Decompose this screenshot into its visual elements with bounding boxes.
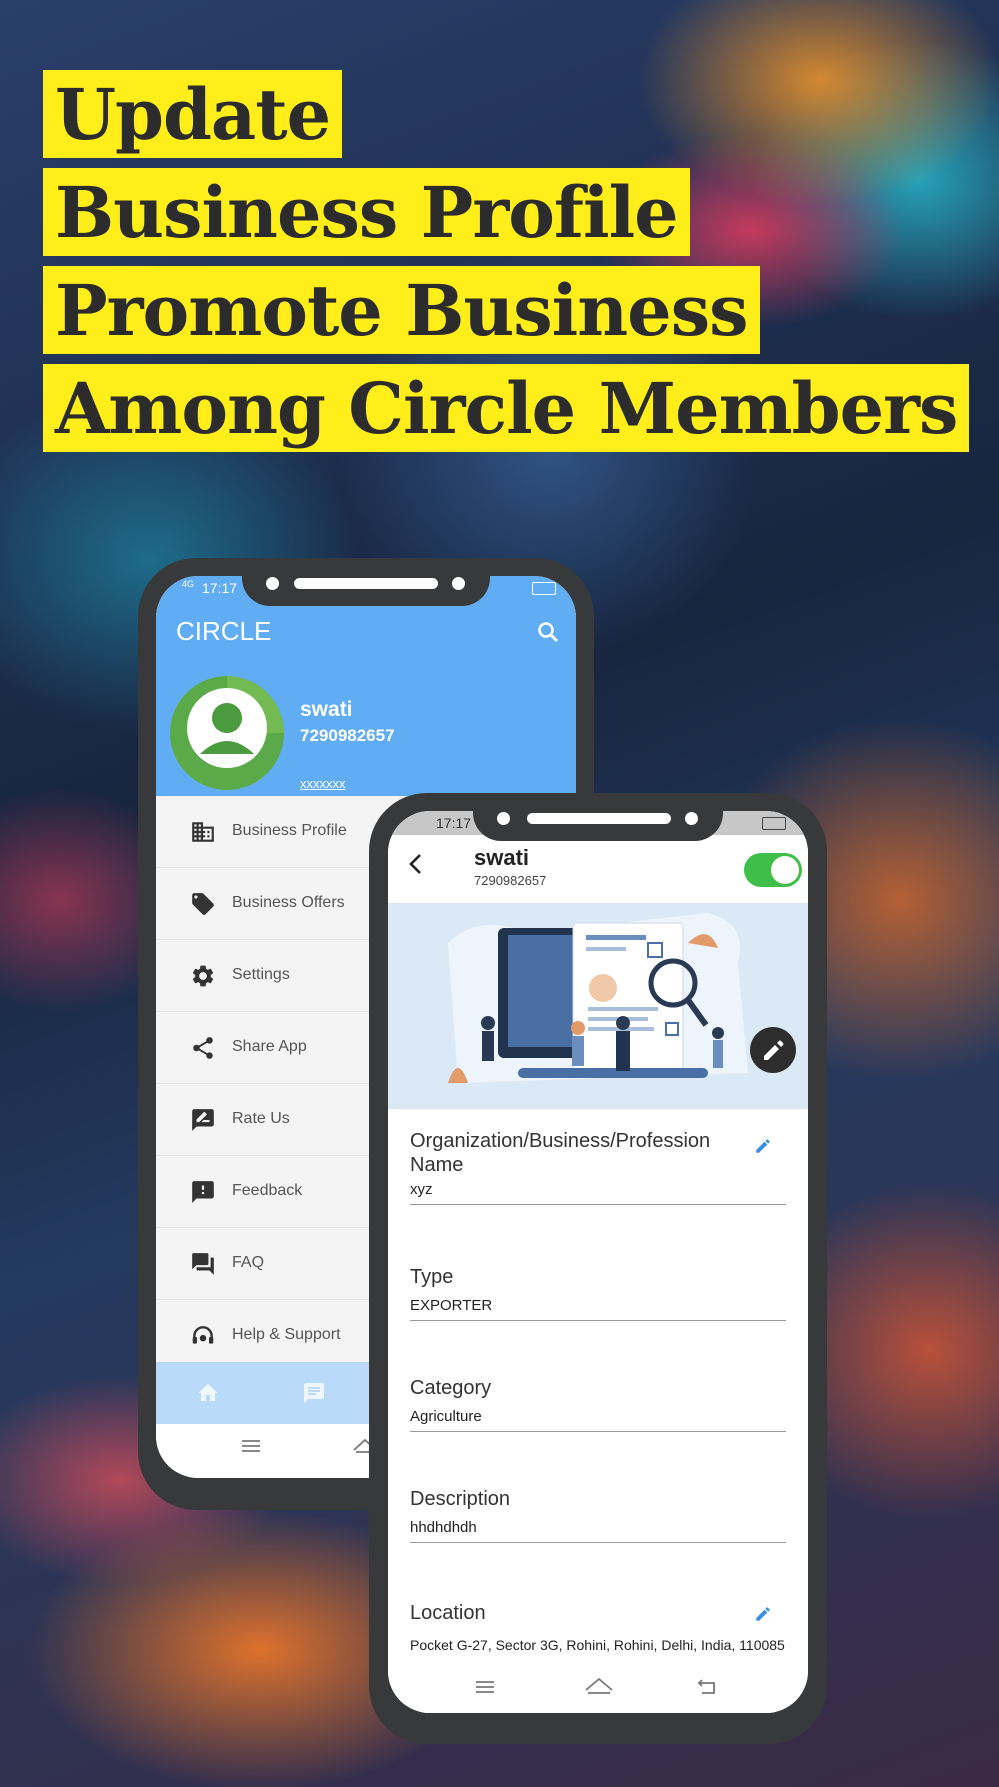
field-label: Category: [410, 1377, 492, 1399]
field-value: xyz: [410, 1181, 433, 1198]
camera-dot: [266, 577, 279, 590]
battery-icon: [762, 817, 786, 830]
chat-icon[interactable]: [302, 1381, 326, 1410]
app-title: CIRCLE: [176, 616, 272, 646]
sensor-dot: [685, 812, 698, 825]
menu-label: Business Offers: [232, 894, 345, 911]
phone-profile: 17:17 swati 7290982657 Organization/Busi…: [369, 793, 827, 1744]
avatar[interactable]: [170, 676, 284, 790]
home-outline-icon[interactable]: [584, 1675, 614, 1700]
field-value: hhdhdhdh: [410, 1519, 477, 1536]
menu-label: Share App: [232, 1038, 307, 1055]
user-name: swati: [300, 698, 353, 721]
status-time: 17:17: [202, 580, 238, 596]
back-arrow-icon[interactable]: [404, 851, 428, 882]
user-phone: 7290982657: [300, 726, 395, 745]
phone-profile-screen: 17:17 swati 7290982657 Organization/Busi…: [388, 811, 808, 1713]
profile-name: swati: [474, 845, 530, 870]
gear-icon: [190, 963, 216, 989]
edit-banner-button[interactable]: [750, 1027, 796, 1073]
field-label: Description: [410, 1488, 511, 1510]
phone-notch: [473, 803, 723, 841]
back-outline-icon[interactable]: [696, 1677, 720, 1700]
headline-line-1: Update: [43, 70, 343, 158]
pencil-icon[interactable]: [754, 1137, 772, 1160]
field-type[interactable]: Type EXPORTER: [410, 1265, 786, 1321]
field-label: Location: [410, 1602, 486, 1624]
business-illustration: [388, 903, 808, 1109]
rate-icon: [190, 1107, 216, 1133]
menu-label: Help & Support: [232, 1326, 341, 1343]
support-icon: [190, 1323, 216, 1349]
speaker-grille: [527, 813, 671, 824]
toggle-knob: [771, 856, 799, 884]
search-icon[interactable]: [536, 620, 560, 644]
pencil-icon[interactable]: [754, 1605, 772, 1628]
field-description[interactable]: Description hhdhdhdh: [410, 1487, 786, 1543]
system-nav-bar: [388, 1665, 808, 1713]
share-icon: [190, 1035, 216, 1061]
field-value: Agriculture: [410, 1408, 482, 1425]
speaker-grille: [294, 578, 438, 589]
battery-icon: [532, 582, 556, 595]
field-category[interactable]: Category Agriculture: [410, 1376, 786, 1432]
field-label: Type: [410, 1266, 454, 1288]
menu-label: Feedback: [232, 1182, 303, 1199]
status-time: 17:17: [436, 815, 472, 831]
field-location[interactable]: Location Pocket G-27, Sector 3G, Rohini,…: [410, 1601, 786, 1660]
menu-label: Settings: [232, 966, 290, 983]
headline-line-2: Business Profile: [43, 168, 690, 256]
faq-icon: [190, 1251, 216, 1277]
menu-label: Business Profile: [232, 822, 347, 839]
menu-lines-icon[interactable]: [240, 1438, 262, 1459]
camera-dot: [497, 812, 510, 825]
app-bar: CIRCLE: [156, 600, 576, 664]
profile-header: swati 7290982657 xxxxxxx: [156, 664, 576, 796]
field-organization-name[interactable]: Organization/Business/Profession Name xy…: [410, 1129, 786, 1205]
sensor-dot: [452, 577, 465, 590]
tag-icon: [190, 891, 216, 917]
business-icon: [190, 819, 216, 845]
home-icon[interactable]: [196, 1381, 220, 1410]
feedback-icon: [190, 1179, 216, 1205]
field-label: Organization/Business/Profession Name: [410, 1130, 711, 1176]
field-value: Pocket G-27, Sector 3G, Rohini, Rohini, …: [410, 1637, 785, 1653]
profile-phone: 7290982657: [474, 873, 547, 888]
headline-line-4: Among Circle Members: [43, 364, 970, 452]
menu-label: Rate Us: [232, 1110, 290, 1127]
headline-line-3: Promote Business: [43, 266, 760, 354]
network-indicator: 4G: [182, 579, 195, 589]
menu-lines-icon[interactable]: [474, 1679, 496, 1700]
phone-notch: [242, 568, 490, 606]
field-value: EXPORTER: [410, 1297, 493, 1314]
user-address: xxxxxxx: [296, 776, 350, 791]
active-toggle[interactable]: [744, 853, 802, 887]
profile-app-bar: swati 7290982657: [388, 837, 808, 903]
menu-label: FAQ: [232, 1254, 265, 1271]
